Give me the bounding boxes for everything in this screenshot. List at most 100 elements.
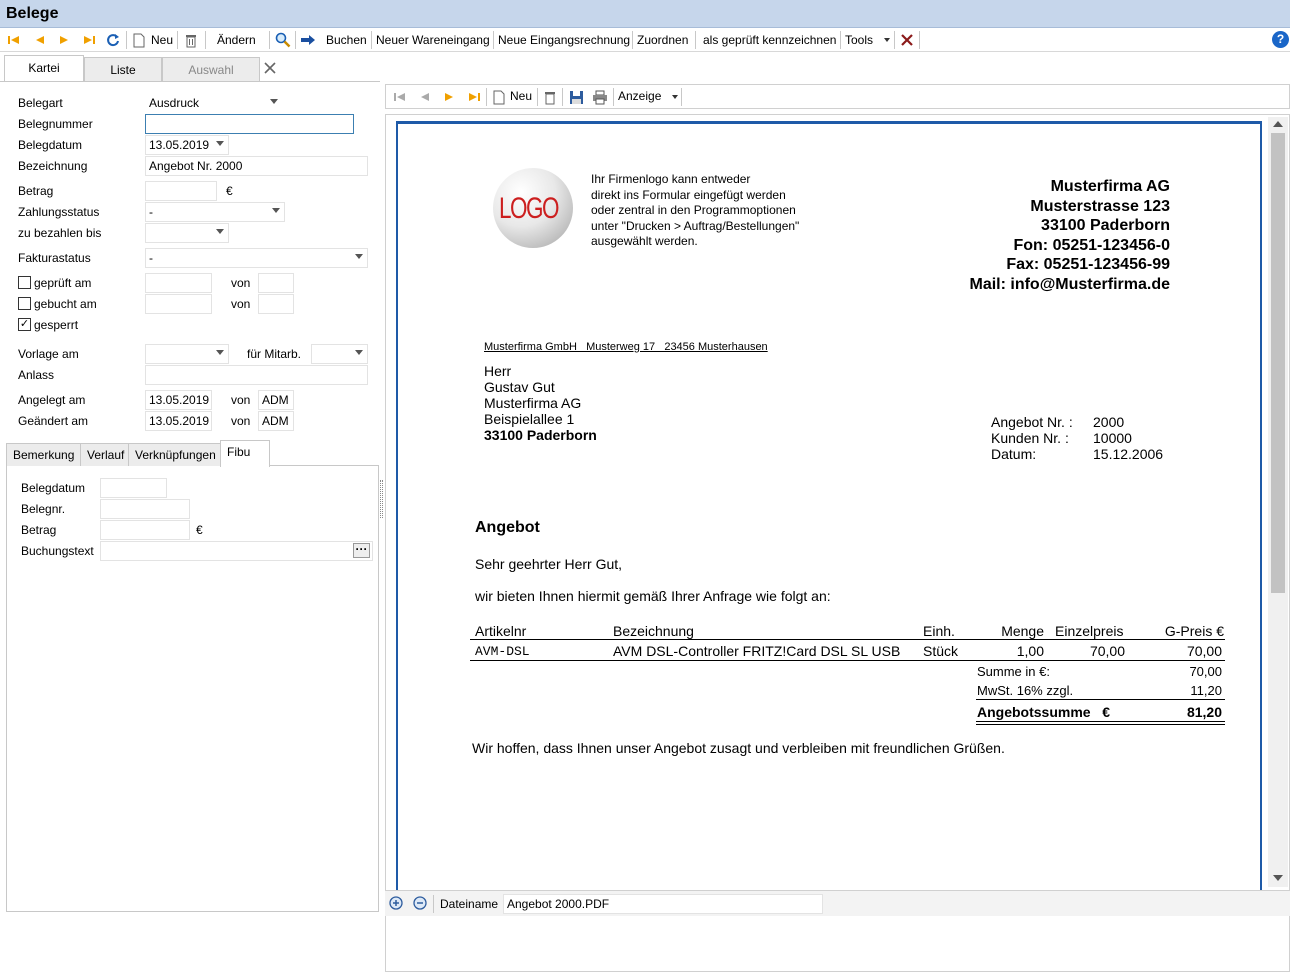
viewer-new-button[interactable]: Neu <box>510 86 532 106</box>
tab-verknuepfungen[interactable]: Verknüpfungen <box>128 443 223 466</box>
gebucht-checkbox[interactable] <box>18 297 31 310</box>
splitter-handle[interactable] <box>380 480 383 518</box>
tools-menu[interactable]: Tools <box>845 30 873 50</box>
gebucht-user-input[interactable] <box>258 294 294 314</box>
intro-text: wir bieten Ihnen hiermit gemäß Ihrer Anf… <box>475 588 831 604</box>
buchungstext-more-button[interactable]: ··· <box>353 543 370 558</box>
fibu-belegdatum-input[interactable] <box>100 478 167 498</box>
tab-kartei[interactable]: Kartei <box>4 55 84 82</box>
belegart-select[interactable]: Ausdruck <box>145 93 283 113</box>
scrollbar-thumb[interactable] <box>1271 133 1285 593</box>
angelegt-date: 13.05.2019 <box>145 390 212 410</box>
viewer-previous-icon[interactable] <box>417 88 433 106</box>
new-document-icon[interactable] <box>131 31 147 49</box>
bezeichnung-input[interactable]: Angebot Nr. 2000 <box>145 156 368 176</box>
viewer-new-icon[interactable] <box>491 88 507 106</box>
fakturastatus-label: Fakturastatus <box>18 251 91 265</box>
previous-record-icon[interactable] <box>32 31 48 49</box>
vorlage-date-input[interactable] <box>145 344 229 364</box>
anlass-input[interactable] <box>145 365 368 385</box>
viewer-delete-icon[interactable] <box>542 88 558 106</box>
close-tab-icon[interactable] <box>262 59 278 77</box>
viewer-last-icon[interactable] <box>466 88 482 106</box>
fibu-belegnr-label: Belegnr. <box>21 502 66 516</box>
table-header-rule <box>470 639 1225 640</box>
fakturastatus-select[interactable]: - <box>145 248 368 268</box>
gebucht-date-input[interactable] <box>145 294 212 314</box>
total-top-rule <box>976 699 1225 700</box>
zoom-out-icon[interactable] <box>413 895 429 913</box>
col-header: Bezeichnung <box>613 623 694 639</box>
viewer-first-icon[interactable] <box>392 88 408 106</box>
col-header: Einzelpreis <box>1055 623 1124 639</box>
zu-bezahlen-bis-input[interactable] <box>145 223 229 243</box>
chevron-down-icon[interactable] <box>879 31 895 49</box>
book-button[interactable]: Buchen <box>326 30 367 50</box>
angelegt-label: Angelegt am <box>18 393 86 407</box>
next-record-icon[interactable] <box>56 31 72 49</box>
geprueft-user-input[interactable] <box>258 273 294 293</box>
fibu-buchungstext-input[interactable] <box>100 541 373 561</box>
fibu-betrag-input[interactable] <box>100 520 190 540</box>
cell-bezeichnung: AVM DSL-Controller FRITZ!Card DSL SL USB <box>613 643 901 659</box>
display-menu[interactable]: Anzeige <box>618 86 661 106</box>
recipient-line: Herr <box>484 363 512 379</box>
gesperrt-checkbox[interactable]: ✓ <box>18 318 31 331</box>
company-line: Fax: 05251-123456-99 <box>1006 256 1170 273</box>
tab-verlauf[interactable]: Verlauf <box>80 443 132 466</box>
cell-menge: 1,00 <box>1016 643 1044 659</box>
angelegt-von-label: von <box>231 393 251 407</box>
delete-icon[interactable] <box>183 31 199 49</box>
belegnummer-input[interactable] <box>145 114 354 134</box>
geprueft-date-input[interactable] <box>145 273 212 293</box>
edit-button[interactable]: Ändern <box>217 30 256 50</box>
viewer-next-icon[interactable] <box>441 88 457 106</box>
zahlungsstatus-select[interactable]: - <box>145 202 285 222</box>
betrag-label: Betrag <box>18 184 54 198</box>
scroll-down-icon[interactable] <box>1273 875 1283 881</box>
bezeichnung-label: Bezeichnung <box>18 159 88 173</box>
last-record-icon[interactable] <box>81 31 97 49</box>
tab-auswahl[interactable]: Auswahl <box>162 57 260 81</box>
save-icon[interactable] <box>568 88 584 106</box>
print-icon[interactable] <box>592 88 608 106</box>
meta-label: Kunden Nr. : <box>991 430 1069 446</box>
document-page: LOGO Ihr Firmenlogo kann entweder direkt… <box>396 121 1262 901</box>
search-icon[interactable] <box>275 31 291 49</box>
assign-button[interactable]: Zuordnen <box>637 30 688 50</box>
vat-label: MwSt. 16% zzgl. <box>977 683 1074 698</box>
arrow-right-icon[interactable] <box>300 31 316 49</box>
salutation: Sehr geehrter Herr Gut, <box>475 556 623 572</box>
geprueft-checkbox[interactable] <box>18 276 31 289</box>
betrag-input[interactable] <box>145 181 217 201</box>
zahlungsstatus-value: - <box>149 205 153 219</box>
fibu-belegnr-input[interactable] <box>100 499 190 519</box>
new-button[interactable]: Neu <box>151 30 173 50</box>
logo-note-line: ausgewählt werden. <box>591 234 698 248</box>
tab-bemerkung[interactable]: Bemerkung <box>6 443 82 466</box>
detail-tabs: Bemerkung Verlauf Verknüpfungen Fibu <box>6 440 379 467</box>
logo-icon: LOGO <box>493 168 573 248</box>
new-incoming-invoice-button[interactable]: Neue Eingangsrechnung <box>498 30 630 50</box>
company-line: 33100 Paderborn <box>1041 217 1170 234</box>
mitarb-select[interactable] <box>311 344 368 364</box>
meta-label: Angebot Nr. : <box>991 414 1073 430</box>
help-icon[interactable]: ? <box>1272 31 1289 48</box>
tab-liste[interactable]: Liste <box>84 57 162 81</box>
cell-einzelpreis: 70,00 <box>1089 643 1125 659</box>
close-icon[interactable] <box>899 31 915 49</box>
cell-gpreis: 70,00 <box>1186 643 1222 659</box>
first-record-icon[interactable] <box>6 31 22 49</box>
vertical-scrollbar[interactable] <box>1268 117 1288 887</box>
zoom-in-icon[interactable] <box>389 895 405 913</box>
table-row-rule <box>470 660 1225 661</box>
filename-field[interactable]: Angebot 2000.PDF <box>503 894 823 914</box>
cell-artikelnr: AVM-DSL <box>475 644 530 659</box>
new-goods-receipt-button[interactable]: Neuer Wareneingang <box>376 30 490 50</box>
vat-value: 11,20 <box>1190 683 1222 698</box>
mark-checked-button[interactable]: als geprüft kennzeichnen <box>703 30 836 50</box>
belegdatum-input[interactable]: 13.05.2019 <box>145 135 229 155</box>
scroll-up-icon[interactable] <box>1273 121 1283 127</box>
refresh-icon[interactable] <box>105 31 121 49</box>
tab-fibu[interactable]: Fibu <box>220 440 270 467</box>
